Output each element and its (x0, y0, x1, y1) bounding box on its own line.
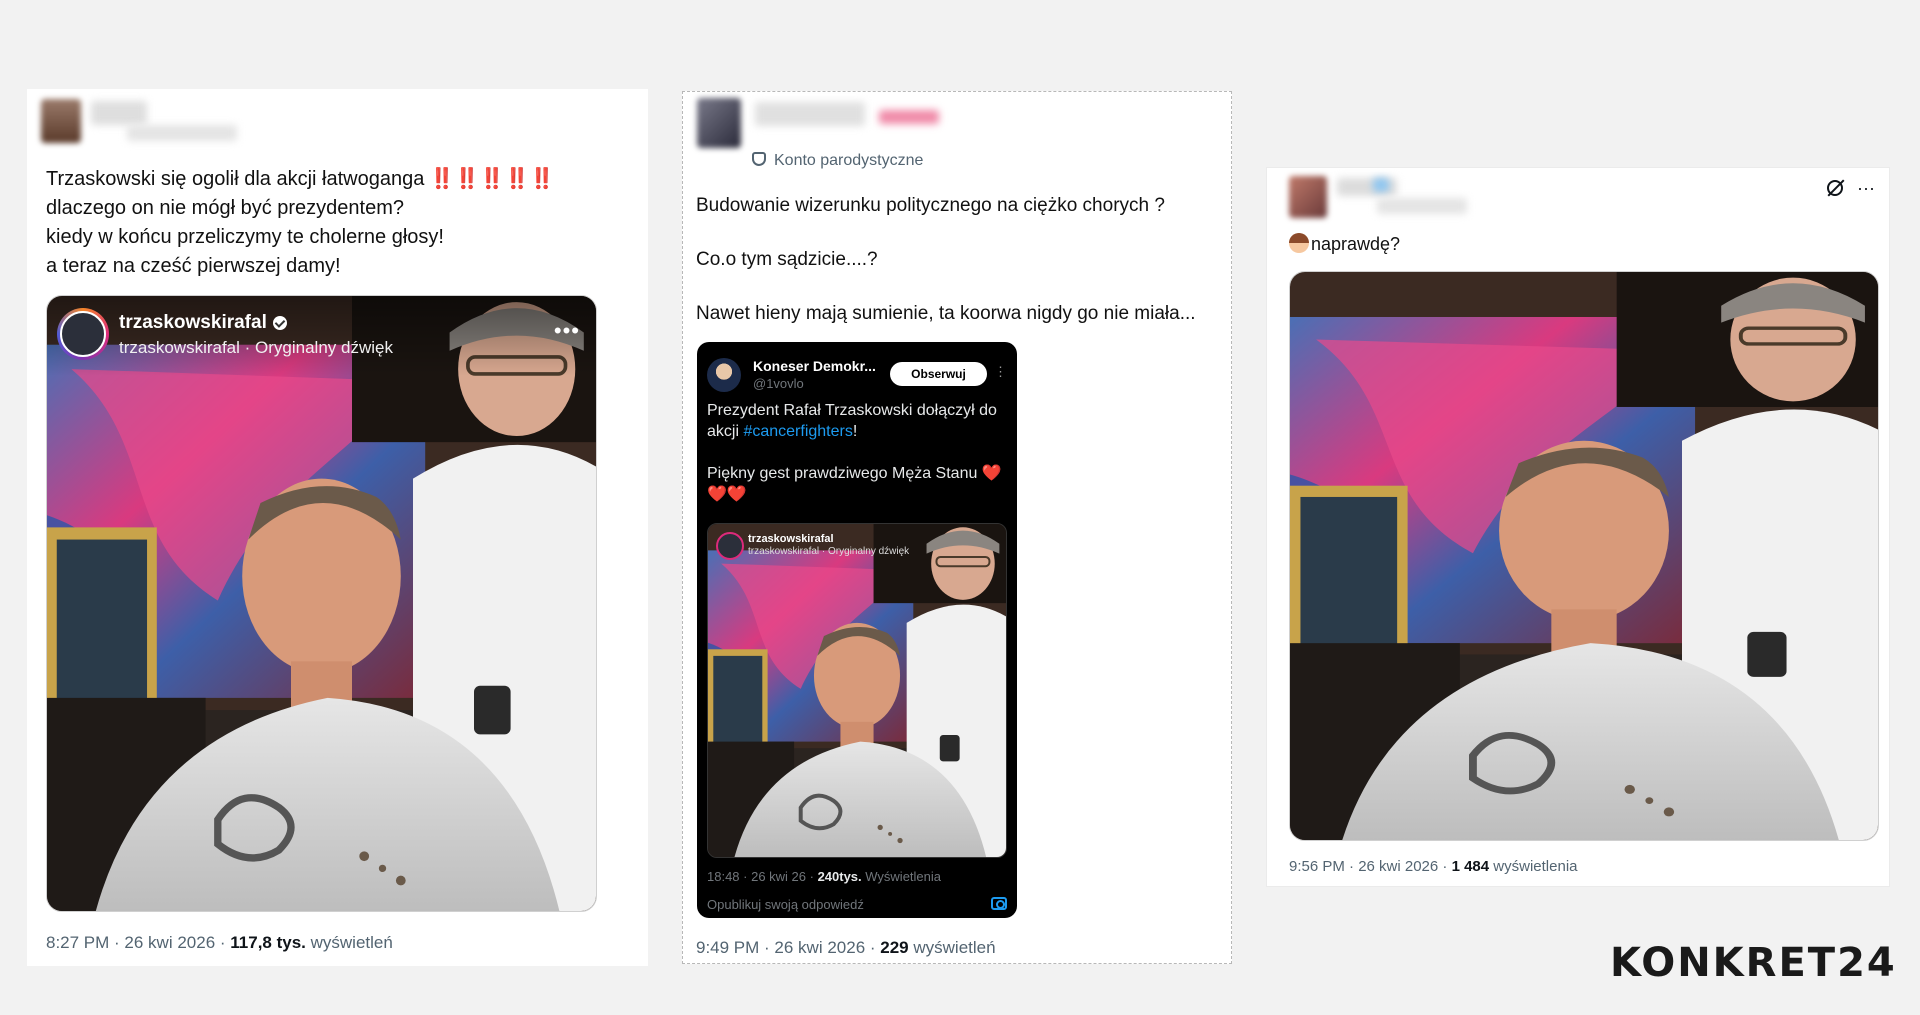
video-embed[interactable]: trzaskowskirafal trzaskowskirafal · Oryg… (46, 295, 597, 912)
verified-icon (272, 315, 287, 330)
views-label: wyświetleń (908, 938, 996, 957)
follow-button[interactable]: Obserwuj (890, 362, 987, 386)
tweet-meta: 8:27 PM · 26 kwi 2026 · 117,8 tys. wyświ… (46, 933, 393, 953)
tweet-actions: ··· (1827, 178, 1875, 199)
hashtag-link[interactable]: #cancerfighters (743, 423, 852, 440)
tweet-card-1: Trzaskowski się ogolił dla akcji łatwoga… (27, 89, 648, 966)
grok-icon[interactable] (1827, 180, 1844, 196)
views-count: 229 (880, 938, 909, 957)
parody-mask-icon (752, 152, 766, 166)
embed-video[interactable]: trzaskowskirafal trzaskowskirafal · Oryg… (707, 523, 1007, 858)
author-badge (879, 110, 939, 124)
views-label: wyświetlenia (1489, 858, 1578, 875)
embed-author-handle[interactable]: @1vovlo (753, 376, 804, 391)
more-icon[interactable]: ••• (554, 318, 580, 344)
ig-avatar (716, 532, 744, 560)
author-name[interactable] (91, 101, 147, 125)
emoji-face-icon (1289, 233, 1309, 253)
views-count: 1 484 (1451, 858, 1490, 875)
tweet-text: naprawdę? (1289, 230, 1400, 259)
more-icon[interactable]: ⋮ (994, 364, 1007, 380)
video-frame-image (47, 296, 596, 911)
tweet-timestamp[interactable]: 9:56 PM · 26 kwi 2026 · (1289, 858, 1452, 875)
author-name[interactable] (755, 102, 865, 126)
tweet-text: Trzaskowski się ogolił dla akcji łatwoga… (46, 168, 555, 277)
reply-input[interactable]: Opublikuj swoją odpowiedź (707, 897, 864, 912)
ig-audio-label: trzaskowskirafal · Oryginalny dźwięk (748, 546, 910, 557)
views-count: 117,8 tys. (230, 933, 306, 952)
video-frame-image (708, 524, 1006, 857)
video-embed[interactable] (1289, 271, 1879, 841)
ig-username[interactable]: trzaskowskirafal (119, 312, 287, 334)
views-label: wyświetleń (305, 933, 393, 952)
embed-author-name[interactable]: Koneser Demokr... (753, 358, 876, 374)
video-frame-image (1290, 272, 1878, 840)
embed-meta: 18:48 · 26 kwi 26 · 240tys. Wyświetlenia (707, 869, 942, 884)
more-icon[interactable]: ··· (1857, 178, 1875, 198)
ig-audio-label[interactable]: trzaskowskirafal · Oryginalny dźwięk (119, 338, 393, 358)
tweet-text: Budowanie wizerunku politycznego na cięż… (696, 195, 1196, 324)
tweet-timestamp[interactable]: 9:49 PM · 26 kwi 2026 · (696, 938, 880, 957)
author-avatar[interactable] (1289, 176, 1327, 218)
embedded-tweet[interactable]: Koneser Demokr... @1vovlo Obserwuj ⋮ Pre… (697, 342, 1017, 918)
ig-avatar[interactable] (57, 308, 109, 360)
author-avatar[interactable] (41, 99, 81, 143)
konkret24-logo: KONKRET24 (1610, 940, 1897, 986)
camera-icon[interactable] (991, 897, 1007, 910)
tweet-timestamp[interactable]: 8:27 PM · 26 kwi 2026 · (46, 933, 230, 952)
author-badge (1373, 178, 1389, 192)
author-handle[interactable] (1377, 198, 1467, 214)
embed-avatar[interactable] (707, 358, 741, 392)
author-handle[interactable] (127, 125, 237, 141)
tweet-meta: 9:49 PM · 26 kwi 2026 · 229 wyświetleń (696, 938, 996, 958)
tweet-meta: 9:56 PM · 26 kwi 2026 · 1 484 wyświetlen… (1289, 858, 1578, 875)
tweet-card-3: ··· naprawdę? 9:56 PM · 26 kwi 2026 · 1 … (1266, 167, 1890, 887)
author-avatar[interactable] (697, 98, 741, 148)
ig-username: trzaskowskirafal (748, 533, 834, 545)
parody-label: Konto parodystyczne (752, 152, 923, 170)
tweet-card-2: Konto parodystyczne Budowanie wizerunku … (682, 91, 1232, 964)
instagram-header: trzaskowskirafal trzaskowskirafal · Oryg… (47, 296, 596, 376)
embed-text: Prezydent Rafał Trzaskowski dołączył do … (707, 402, 1002, 503)
